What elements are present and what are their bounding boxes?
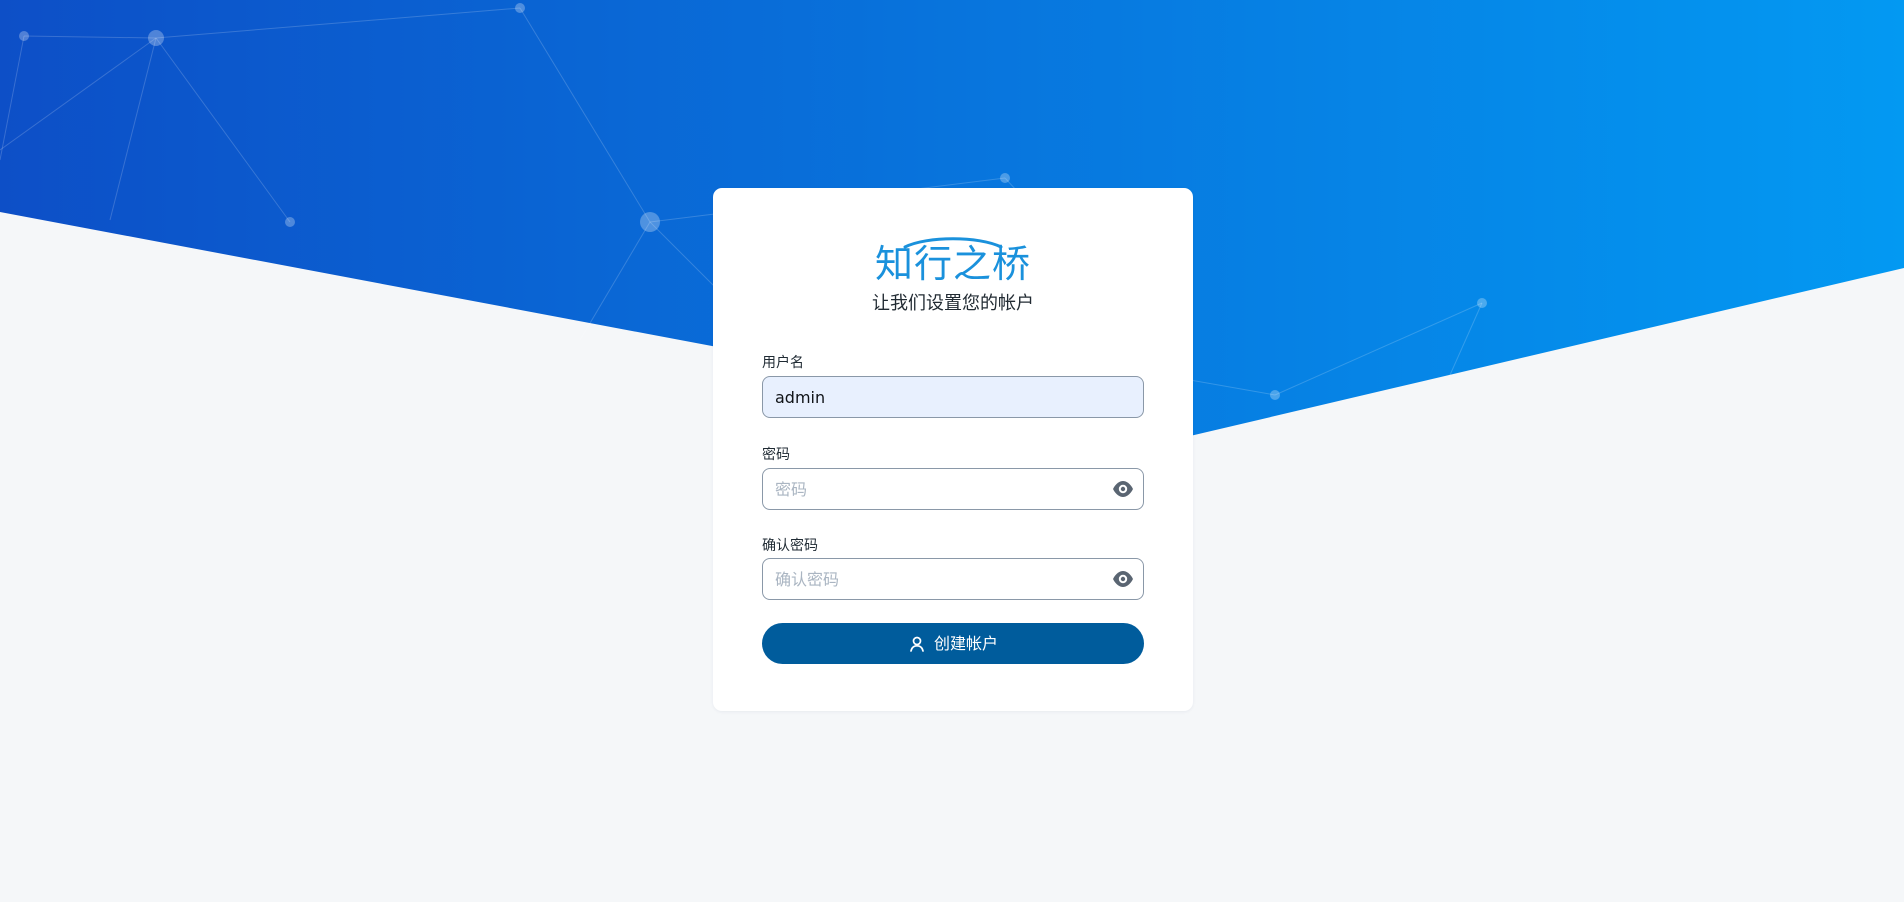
eye-icon	[1113, 481, 1133, 497]
password-label: 密码	[762, 447, 790, 463]
show-confirm-password-button[interactable]	[1111, 566, 1135, 592]
password-field-wrapper	[762, 468, 1144, 510]
page-subtitle: 让我们设置您的帐户	[872, 293, 1034, 314]
eye-icon	[1113, 571, 1133, 587]
create-account-label: 创建帐户	[933, 633, 998, 653]
create-account-button[interactable]: 创建帐户	[762, 623, 1144, 664]
account-setup-card: 知行之桥 让我们设置您的帐户 用户名 密码 确认密码	[713, 188, 1193, 711]
username-label: 用户名	[762, 355, 804, 371]
username-input[interactable]	[762, 376, 1144, 418]
confirm-password-field-wrapper	[762, 558, 1144, 600]
password-input[interactable]	[762, 468, 1144, 510]
confirm-password-label: 确认密码	[762, 538, 818, 554]
setup-page: 知行之桥 让我们设置您的帐户 用户名 密码 确认密码	[0, 0, 1904, 902]
brand-name: 知行之桥	[875, 242, 1032, 286]
user-icon	[910, 636, 924, 652]
username-field-wrapper	[762, 376, 1144, 418]
confirm-password-input[interactable]	[762, 558, 1144, 600]
show-password-button[interactable]	[1111, 476, 1135, 502]
brand-logo: 知行之桥	[875, 235, 1031, 287]
